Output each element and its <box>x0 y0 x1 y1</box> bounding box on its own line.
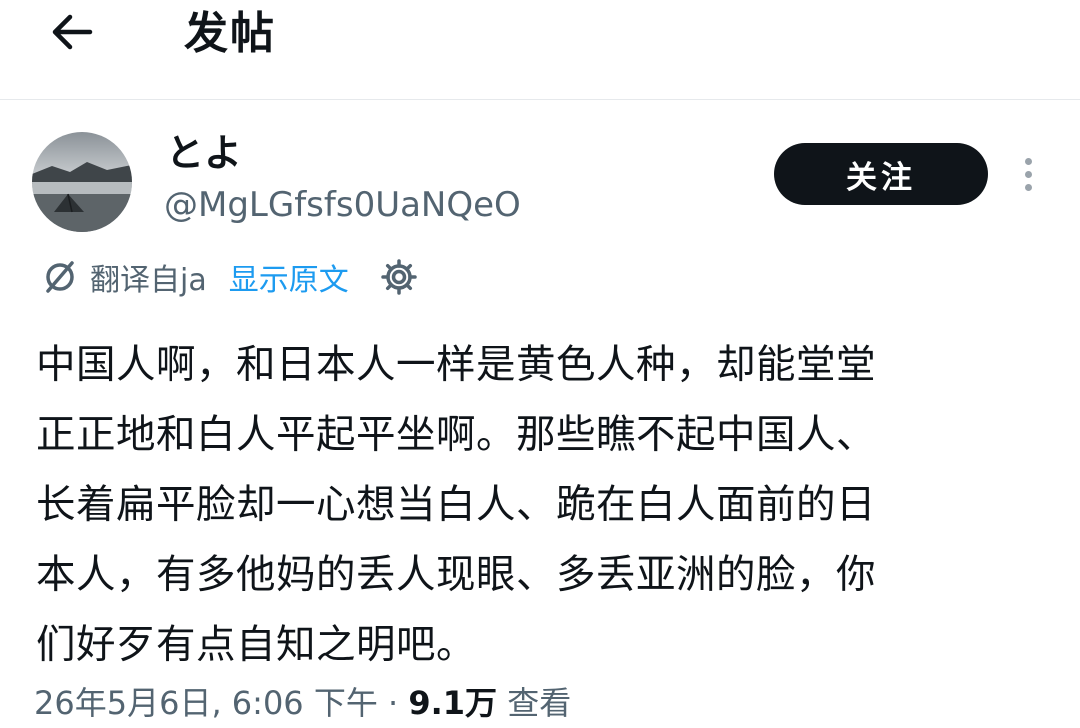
view-count: 9.1万 <box>408 684 498 722</box>
translated-from-label: 翻译自ja <box>90 263 207 298</box>
dot <box>1024 183 1032 191</box>
translate-icon <box>40 257 80 297</box>
post-time[interactable]: 6:06 下午 <box>232 684 378 722</box>
user-handle[interactable]: @MgLGfsfs0UaNQeO <box>164 182 521 228</box>
post-meta: 26年5月6日, 6:06 下午 · 9.1万 查看 <box>34 678 571 728</box>
back-button[interactable] <box>40 8 104 56</box>
translation-bar: 翻译自ja 显示原文 <box>40 252 419 302</box>
avatar-image <box>32 132 132 232</box>
gear-icon[interactable] <box>379 257 419 297</box>
post-text: 中国人啊，和日本人一样是黄色人种，却能堂堂 正正地和白人平起平坐啊。那些瞧不起中… <box>36 342 876 668</box>
follow-button[interactable]: 关注 <box>774 143 988 205</box>
more-options-button[interactable] <box>1012 150 1044 198</box>
view-label: 查看 <box>497 684 572 722</box>
show-original-link[interactable]: 显示原文 <box>229 255 349 299</box>
display-name[interactable]: とよ <box>166 128 242 178</box>
page-title: 发帖 <box>184 8 276 59</box>
meta-separator: , <box>211 684 232 722</box>
top-bar: 发帖 <box>0 0 1080 100</box>
post-date[interactable]: 26年5月6日 <box>34 684 211 722</box>
dot <box>1024 170 1032 178</box>
arrow-left-icon <box>52 14 93 50</box>
meta-separator: · <box>377 684 409 722</box>
avatar[interactable] <box>32 132 132 232</box>
dot <box>1024 157 1032 165</box>
